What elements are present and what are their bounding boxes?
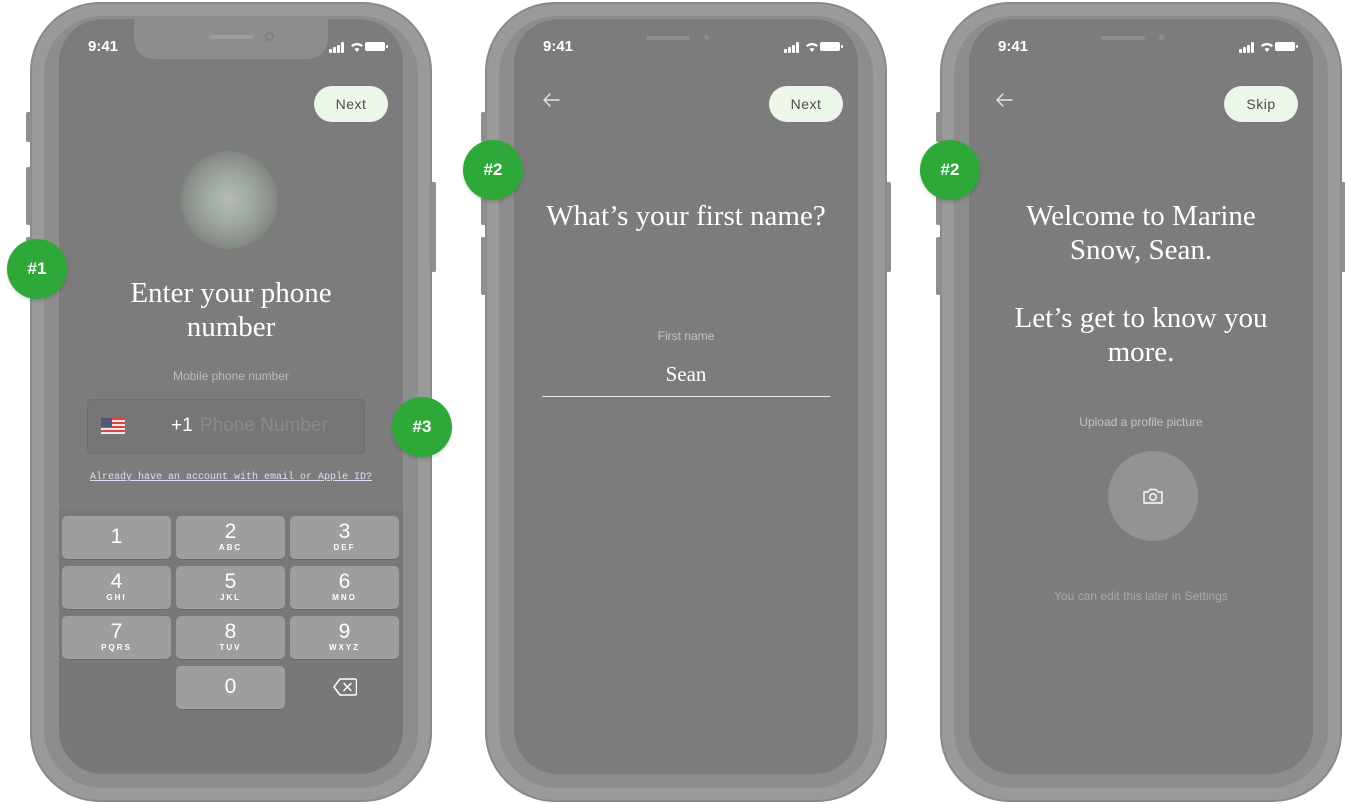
- battery-icon: [365, 42, 388, 51]
- phone-frame-phone-entry: 9:41 Next Enter your phone number Mobile…: [26, 2, 436, 802]
- welcome-title-line-3: Let’s get to know you: [1014, 302, 1268, 334]
- front-camera: [1157, 33, 1166, 42]
- side-button: [936, 237, 941, 295]
- status-icons: [784, 41, 843, 53]
- key-7[interactable]: 7 PQRS: [62, 616, 171, 659]
- front-camera: [265, 32, 274, 41]
- status-icons: [1239, 41, 1298, 53]
- speaker: [1101, 36, 1145, 40]
- edit-later-note: You can edit this later in Settings: [1054, 589, 1228, 603]
- existing-account-link[interactable]: Already have an account with email or Ap…: [59, 472, 403, 483]
- side-button: [886, 182, 891, 272]
- screen-first-name: 9:41 Next What’s your first name? First …: [514, 19, 858, 774]
- back-arrow-icon[interactable]: [541, 90, 561, 110]
- upload-photo-button[interactable]: [1108, 451, 1198, 541]
- front-camera: [702, 33, 711, 42]
- country-code: +1: [171, 415, 193, 436]
- page-title: Enter your phone number: [130, 277, 332, 343]
- wifi-icon: [1261, 43, 1273, 52]
- battery-icon: [820, 42, 843, 51]
- key-9[interactable]: 9 WXYZ: [290, 616, 399, 659]
- speaker: [646, 36, 690, 40]
- key-8[interactable]: 8 TUV: [176, 616, 285, 659]
- welcome-title-line-1: Welcome to Marine: [1026, 200, 1256, 232]
- back-arrow-icon[interactable]: [994, 90, 1014, 110]
- side-button: [936, 112, 941, 142]
- annotation-badge-3: #3: [392, 397, 452, 457]
- app-logo-image: [180, 151, 278, 249]
- welcome-title-line-4: more.: [1107, 336, 1175, 368]
- backspace-key[interactable]: [290, 666, 399, 709]
- status-time: 9:41: [543, 38, 574, 55]
- phone-frame-first-name: 9:41 Next What’s your first name? First …: [481, 2, 891, 802]
- side-button: [481, 237, 486, 295]
- key-0[interactable]: 0: [176, 666, 285, 709]
- backspace-icon: [333, 678, 357, 696]
- skip-button[interactable]: Skip: [1224, 86, 1298, 122]
- side-button: [26, 167, 31, 225]
- numeric-keypad: 1 2 ABC 3 DEF 4 GHI 5 JKL 6 MNO 7 PQRS 8 TUV 9W…: [59, 509, 403, 774]
- side-button: [26, 112, 31, 142]
- first-name-label: First name: [657, 329, 715, 343]
- phone-frame-welcome: 9:41 Skip Welcome to Marine Snow, Sean. …: [936, 2, 1345, 802]
- status-time: 9:41: [998, 38, 1029, 55]
- side-button: [1341, 182, 1345, 272]
- camera-icon: [1143, 488, 1163, 504]
- side-button: [481, 112, 486, 142]
- phone-placeholder: Phone Number: [200, 415, 328, 436]
- wifi-icon: [351, 43, 363, 52]
- key-5[interactable]: 5 JKL: [176, 566, 285, 609]
- key-3[interactable]: 3 DEF: [290, 516, 399, 559]
- page-title: What’s your first name?: [546, 200, 826, 232]
- status-icons: [329, 41, 388, 53]
- key-4[interactable]: 4 GHI: [62, 566, 171, 609]
- status-time: 9:41: [88, 38, 119, 55]
- annotation-badge-2b: #2: [920, 140, 980, 200]
- annotation-badge-2: #2: [463, 140, 523, 200]
- wifi-icon: [806, 43, 818, 52]
- key-1[interactable]: 1: [62, 516, 171, 559]
- welcome-title-line-2: Snow, Sean.: [1069, 234, 1213, 266]
- first-name-input[interactable]: Sean: [514, 362, 858, 387]
- notch: [134, 19, 328, 59]
- input-underline: [542, 396, 830, 397]
- screen-phone-entry: 9:41 Next Enter your phone number Mobile…: [59, 19, 403, 774]
- phone-field-label: Mobile phone number: [172, 369, 290, 383]
- next-button[interactable]: Next: [314, 86, 388, 122]
- annotation-badge-1: #1: [7, 239, 67, 299]
- phone-input[interactable]: +1 Phone Number: [87, 399, 365, 454]
- battery-icon: [1275, 42, 1298, 51]
- next-button[interactable]: Next: [769, 86, 843, 122]
- side-button: [431, 182, 436, 272]
- speaker: [209, 35, 253, 39]
- upload-label: Upload a profile picture: [1079, 415, 1203, 429]
- key-2[interactable]: 2 ABC: [176, 516, 285, 559]
- key-6[interactable]: 6 MNO: [290, 566, 399, 609]
- us-flag-icon: [101, 418, 125, 434]
- screen-welcome: 9:41 Skip Welcome to Marine Snow, Sean. …: [969, 19, 1313, 774]
